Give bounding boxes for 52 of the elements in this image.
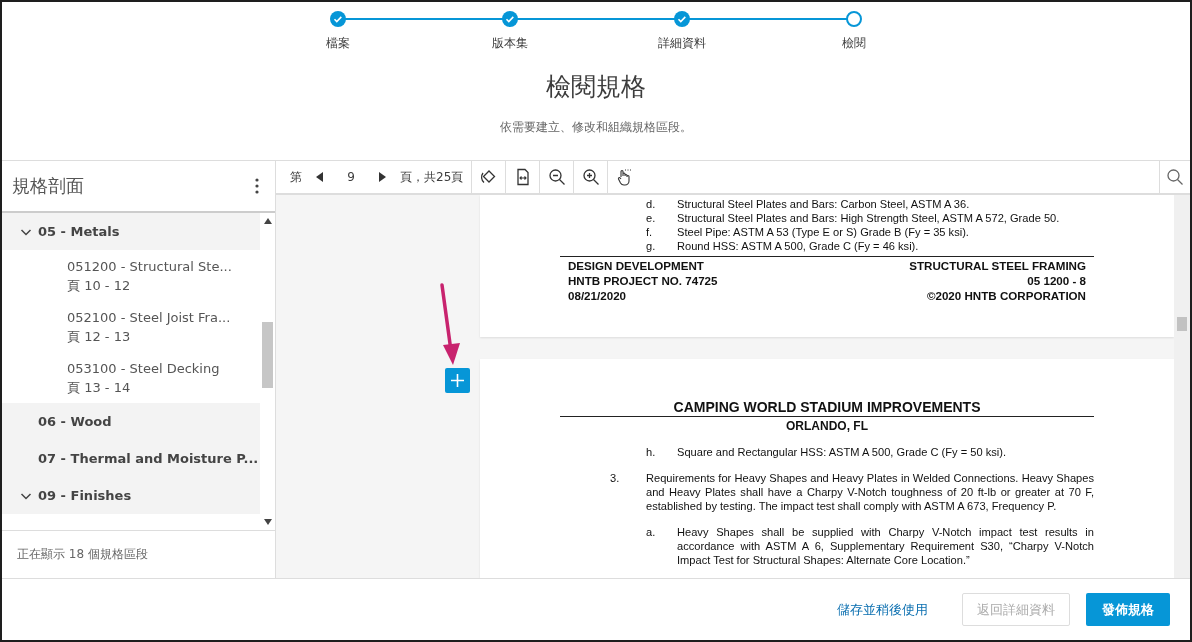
section-count: 正在顯示 18 個規格區段 [16, 546, 149, 563]
step-label: 版本集 [492, 35, 528, 52]
search-icon[interactable] [1166, 168, 1184, 186]
spec-paragraph: Structural Steel Plates and Bars: High Strength Steel, ASTM A 572, Grade 50. [677, 211, 1060, 225]
tree-group-item[interactable]: 06 - Wood [2, 403, 260, 440]
zoom-in-icon[interactable] [581, 168, 600, 186]
spec-paragraph: Requirements for Heavy Shapes and Heavy Plates in Welded Connections. Heavy Shapes and Heavy Plates shall have a Charpy V-Notch toughness of 20 ft-lb or greater at 70 F, established by testing. The impact test shall comply with ASTM A 673, Frequency P. [646, 470, 1094, 513]
spec-paragraph: Structural Steel Plates and Bars: Carbon Steel, ASTM A 36. [677, 197, 970, 211]
more-options-icon[interactable] [255, 178, 259, 194]
page-prefix: 第 [290, 168, 302, 186]
spec-paragraph: Round HSS: ASTM A 500, Grade C (Fy = 46 ksi). [677, 239, 919, 253]
scroll-up-icon[interactable] [263, 218, 272, 224]
page-title: 檢閱規格 [546, 71, 646, 103]
scroll-down-icon[interactable] [263, 519, 272, 525]
list-marker: e. [646, 211, 657, 225]
list-marker: 3. [610, 470, 621, 486]
list-marker: f. [646, 225, 654, 239]
page-footer-text: STRUCTURAL STEEL FRAMING [909, 259, 1086, 273]
page-number-field[interactable]: 9 [337, 170, 365, 184]
page-total: 頁，共25頁 [400, 168, 464, 186]
tree-group-item[interactable]: 07 - Thermal and Moisture P... [2, 440, 260, 477]
list-marker: g. [646, 239, 657, 253]
zoom-out-icon[interactable] [547, 168, 566, 186]
page-footer-text: DESIGN DEVELOPMENT [568, 259, 705, 273]
page-footer-text: HNTB PROJECT NO. 74725 [568, 274, 718, 288]
step-label: 檔案 [326, 35, 350, 52]
tree-group-item[interactable]: 09 - Finishes [2, 477, 260, 514]
next-page-icon[interactable] [379, 172, 386, 182]
page-subtitle: 依需要建立、修改和組織規格區段。 [500, 119, 692, 136]
pan-hand-icon[interactable] [615, 168, 634, 186]
spec-paragraph: Steel Pipe: ASTM A 53 (Type E or S) Grade B (Fy = 35 ksi). [677, 225, 969, 239]
document-location: ORLANDO, FL [785, 418, 869, 433]
panel-title: 規格剖面 [12, 174, 84, 198]
spec-paragraph: Square and Rectangular HSS: ASTM A 500, Grade C (Fy = 50 ksi). [677, 444, 1006, 459]
page-footer-text: 05 1200 - 8 [1027, 274, 1086, 288]
page-footer-text: 08/21/2020 [568, 289, 628, 303]
tree-group-item[interactable]: 05 - Metals [2, 213, 260, 250]
step-label: 檢閱 [842, 35, 866, 52]
spec-paragraph: Heavy Shapes shall be supplied with Charpy V-Notch impact test results in accordance with ASTM A 6, Supplementary Requirement S30, “Charpy V-Notch Impact Test for Structural Shapes: Alternate Core Location.” [677, 524, 1094, 567]
scrollbar-thumb[interactable] [262, 322, 273, 388]
save-for-later-link[interactable]: 儲存並稍後使用 [837, 600, 928, 619]
scrollbar-thumb[interactable] [1177, 317, 1187, 331]
document-title: CAMPING WORLD STADIUM IMPROVEMENTS [560, 398, 1094, 417]
add-section-button[interactable] [445, 368, 470, 393]
list-marker: d. [646, 197, 657, 211]
rotate-icon[interactable] [479, 168, 498, 186]
list-marker: a. [646, 524, 657, 540]
page-footer-text: ©2020 HNTB CORPORATION [926, 289, 1086, 303]
step-label: 詳細資料 [658, 35, 706, 52]
list-marker: h. [646, 444, 657, 459]
previous-page-icon[interactable] [316, 172, 323, 182]
plus-icon [451, 374, 464, 387]
